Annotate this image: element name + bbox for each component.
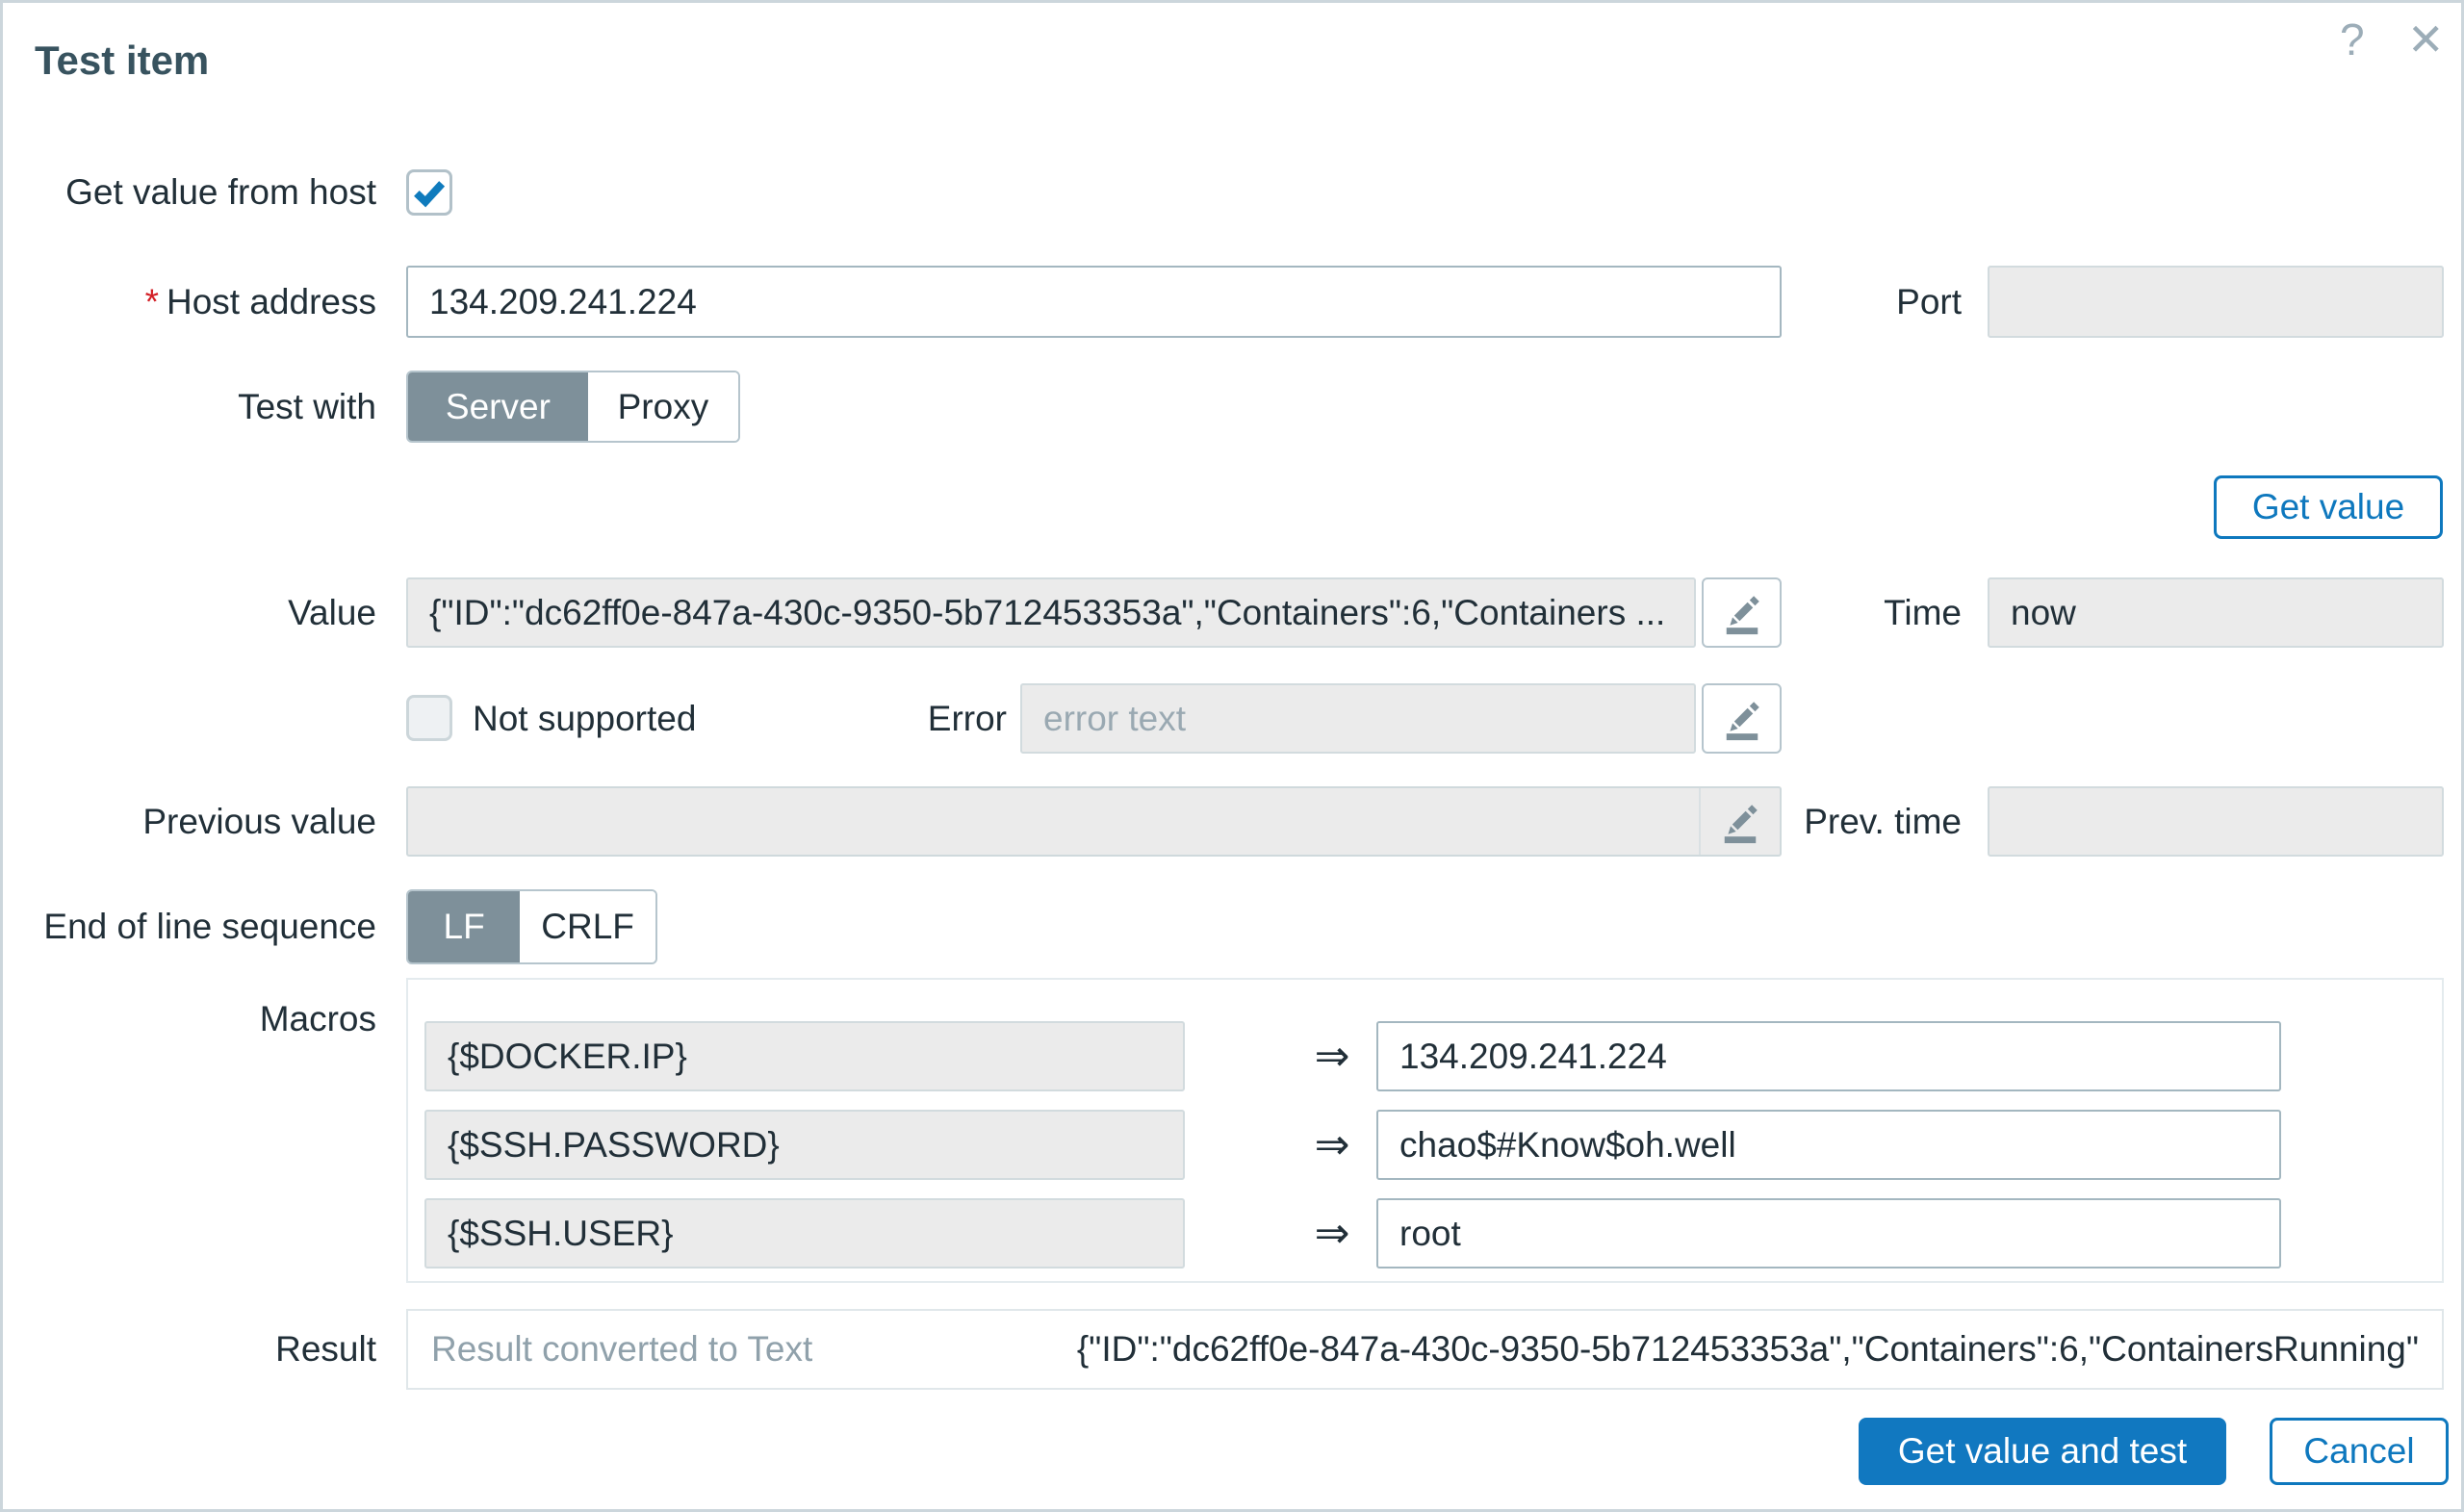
result-label: Result [3, 1309, 376, 1390]
pencil-icon [1717, 694, 1767, 744]
host-address-label: * Host address [3, 266, 376, 338]
macro-name-input [424, 1110, 1185, 1180]
port-label: Port [1784, 266, 1962, 338]
result-note: Result converted to Text [431, 1329, 812, 1370]
result-value: {"ID":"dc62ff0e-847a-430c-9350-5b7124533… [1077, 1329, 2419, 1370]
value-input [406, 577, 1696, 648]
test-with-label: Test with [3, 371, 376, 443]
required-asterisk: * [145, 282, 159, 322]
eol-sequence-label: End of line sequence [3, 889, 376, 964]
get-value-from-host-checkbox[interactable] [406, 169, 452, 216]
error-label: Error [718, 683, 1007, 754]
error-edit-button[interactable] [1702, 683, 1782, 754]
get-value-button[interactable]: Get value [2214, 475, 2443, 539]
macros-panel: ⇒ ⇒ ⇒ [406, 978, 2444, 1283]
eol-option-crlf[interactable]: CRLF [520, 891, 655, 962]
page-title: Test item [35, 38, 209, 84]
macro-arrow-icon: ⇒ [1303, 1110, 1361, 1180]
prev-time-label: Prev. time [1735, 786, 1962, 857]
eol-toggle: LF CRLF [406, 889, 657, 964]
get-value-from-host-label: Get value from host [3, 169, 376, 216]
prev-time-input [1988, 786, 2444, 857]
not-supported-label: Not supported [473, 683, 696, 754]
macro-name-input [424, 1021, 1185, 1091]
cancel-button[interactable]: Cancel [2270, 1418, 2449, 1485]
help-icon[interactable]: ? [2340, 11, 2365, 68]
test-item-dialog: Test item ? ✕ Get value from host * Host… [0, 0, 2464, 1512]
value-label: Value [3, 577, 376, 648]
test-with-option-server[interactable]: Server [408, 372, 588, 441]
host-address-input[interactable] [406, 266, 1782, 338]
get-value-and-test-button[interactable]: Get value and test [1859, 1418, 2226, 1485]
value-edit-button[interactable] [1702, 577, 1782, 648]
previous-value-input [406, 786, 1782, 857]
eol-option-lf[interactable]: LF [408, 891, 520, 962]
test-with-option-proxy[interactable]: Proxy [588, 372, 738, 441]
macro-arrow-icon: ⇒ [1303, 1198, 1361, 1269]
macro-name-input [424, 1198, 1185, 1269]
time-label: Time [1784, 577, 1962, 648]
close-icon[interactable]: ✕ [2407, 11, 2445, 68]
time-input [1988, 577, 2444, 648]
checkmark-icon [409, 172, 449, 213]
macro-value-input[interactable] [1376, 1198, 2281, 1269]
result-box: Result converted to Text {"ID":"dc62ff0e… [406, 1309, 2444, 1390]
previous-value-label: Previous value [3, 786, 376, 857]
pencil-icon [1717, 588, 1767, 638]
error-input [1020, 683, 1696, 754]
not-supported-checkbox[interactable] [406, 695, 452, 741]
test-with-toggle: Server Proxy [406, 371, 740, 443]
macros-label: Macros [3, 999, 376, 1039]
macro-arrow-icon: ⇒ [1303, 1021, 1361, 1091]
macro-value-input[interactable] [1376, 1021, 2281, 1091]
macro-value-input[interactable] [1376, 1110, 2281, 1180]
port-input [1988, 266, 2444, 338]
